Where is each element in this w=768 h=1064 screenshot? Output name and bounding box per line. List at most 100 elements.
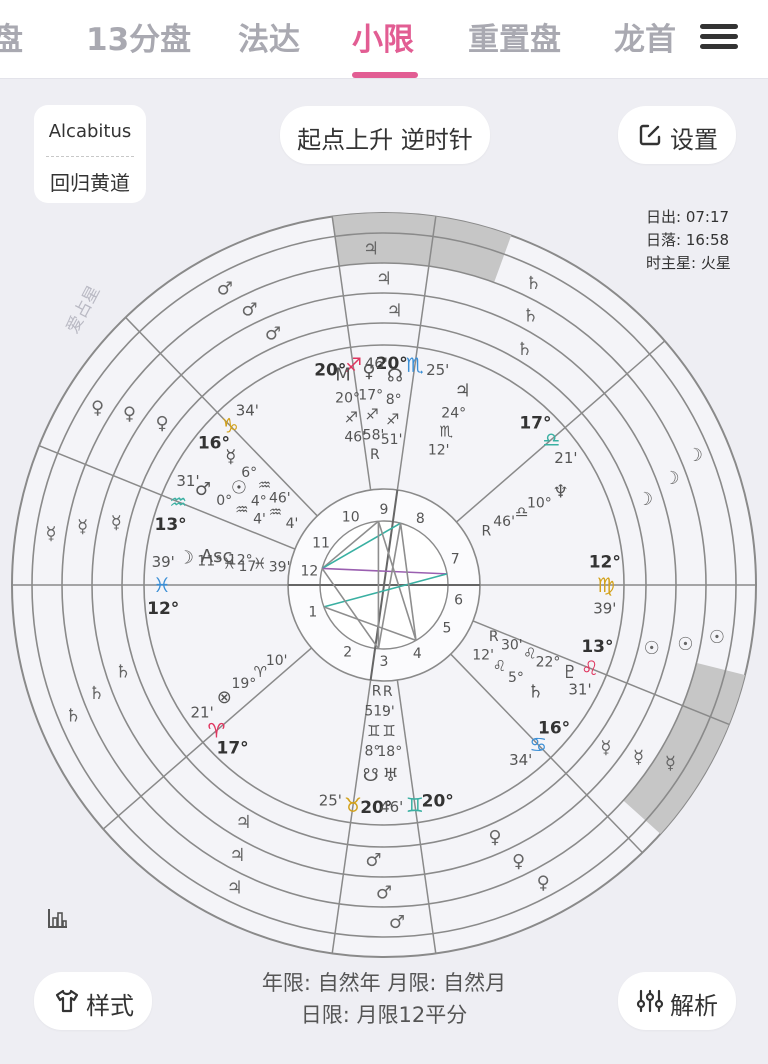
planet-minute: 12' [472,647,494,663]
hour-ruler-text: 时主星: 火星 [646,254,731,272]
planet-north-node-glyph: ☊ [387,366,403,387]
house-cusp-line [450,653,643,854]
planet-pluto-glyph: ♇ [562,662,578,683]
planet-retrograde: R [372,684,382,700]
cusp-degree: 20° [314,361,346,381]
settings-button[interactable]: 设置 [618,106,736,164]
highlight-segment-right [623,662,745,834]
style-label: 样式 [86,992,134,1020]
cusp-degree: 20° [376,354,408,374]
tab-firdaria[interactable]: 法达 [238,14,300,59]
hamburger-menu-icon[interactable] [700,22,738,52]
sliders-icon [636,989,664,1013]
wheel-ring-4 [143,344,625,826]
cusp-minute: 39' [152,553,175,571]
analysis-button[interactable]: 解析 [618,972,736,1030]
tab-dragon-head[interactable]: 龙首 [614,14,676,59]
house-cusp-line [102,647,313,830]
planet-degree: 12° [228,553,253,569]
house-number-4: 4 [413,646,422,662]
tab-reset-chart[interactable]: 重置盘 [468,14,561,59]
cusp-degree: 13° [155,515,187,535]
planet-sign: ♐ [365,406,378,424]
sunset-text: 日落: 16:58 [646,231,730,249]
orientation-button[interactable]: 起点上升 逆时针 [280,106,490,164]
highlight-segment-top [332,213,512,283]
profection-ring-planet: ♂ [265,324,281,345]
cusp-minute: 46' [365,354,388,372]
planet-minute: 46' [344,430,366,446]
planet-degree: 18° [377,744,402,760]
profection-ring-planet: ☉ [677,634,693,655]
cusp-sign: ♉ [344,793,362,817]
planet-sign: ♌ [523,644,536,662]
planet-ascendant-glyph: Asc [201,546,233,567]
cusp-minute: 31' [568,681,591,699]
planet-degree: 5° [508,670,524,686]
profection-ring-planet: ♃ [363,239,379,260]
profection-ring-planet: ♀ [512,851,525,872]
planet-minute: 4' [286,516,299,532]
style-button[interactable]: 样式 [34,972,152,1030]
profection-ring-planet: ☉ [709,627,725,648]
planet-sign: ♊ [367,722,380,740]
tab-profection-partial[interactable]: 盘 [0,14,23,59]
planet-degree: 22° [536,654,561,670]
planet-minute: 58' [363,427,385,443]
wheel-aspect-circle [319,520,449,650]
planet-mercury-glyph: ☿ [225,447,236,468]
profection-ring-planet: ♃ [376,268,392,289]
planet-sign: ♊ [382,722,395,740]
aspect-line [377,521,417,641]
profection-ring-planet: ♂ [365,850,381,871]
cusp-sign: ♍ [597,573,615,597]
profection-ring-planet: ☿ [600,738,611,759]
planet-minute: 46' [269,491,291,507]
angle-axis [369,489,399,681]
profection-ring-planet: ☿ [633,747,644,768]
profection-ring-planet: ♀ [91,398,104,419]
planet-minute: 51' [381,432,403,448]
chart-list-icon[interactable] [46,906,70,930]
wheel-ring-1 [61,262,707,908]
planet-sign: ♒ [269,503,282,521]
settings-label: 设置 [670,126,718,154]
profection-ring-planet: ♂ [241,299,257,320]
aspect-line [321,520,379,570]
profection-ring-planet: ♀ [488,827,501,848]
planet-degree: 0° [216,493,232,509]
cusp-degree: 13° [581,637,613,657]
cusp-minute: 31' [176,472,199,490]
profection-ring-planet: ♀ [123,404,136,425]
wheel-ring-2 [91,292,677,878]
house-system-box[interactable]: Alcabitus 回归黄道 [34,105,146,203]
house-number-7: 7 [451,551,460,567]
cusp-sign: ♊ [406,793,424,817]
planet-degree: 19° [231,676,256,692]
profection-ring-planet: ☽ [664,468,680,489]
profection-ring-planet: ☉ [644,638,660,659]
profection-ring-planet: ♂ [376,882,392,903]
planet-degree: 6° [241,465,257,481]
cusp-degree: 12° [147,599,179,619]
planet-sign: ♓ [253,554,266,572]
profection-ring-planet: ♄ [65,705,81,726]
planet-minute: 51' [364,704,386,720]
planet-minute: 46' [493,514,515,530]
tab-13-division[interactable]: 13分盘 [86,14,191,59]
cusp-minute: 34' [236,401,259,419]
house-system-label: Alcabitus [48,121,132,142]
cusp-sign: ♒ [169,490,187,514]
aspect-line [322,567,448,575]
planet-sign: ♏ [439,422,453,440]
cusp-sign: ♏ [406,353,424,377]
planet-midheaven-glyph: M [335,364,351,385]
profection-ring-planet: ♂ [217,278,233,299]
house-cusp-line [472,620,730,726]
planet-mars-glyph: ♂ [195,479,211,500]
planet-retrograde: R [489,629,499,645]
tab-profection[interactable]: 小限 [352,14,414,59]
house-number-10: 10 [342,510,360,526]
shirt-icon [55,989,79,1013]
house-cusp-line [38,444,296,550]
